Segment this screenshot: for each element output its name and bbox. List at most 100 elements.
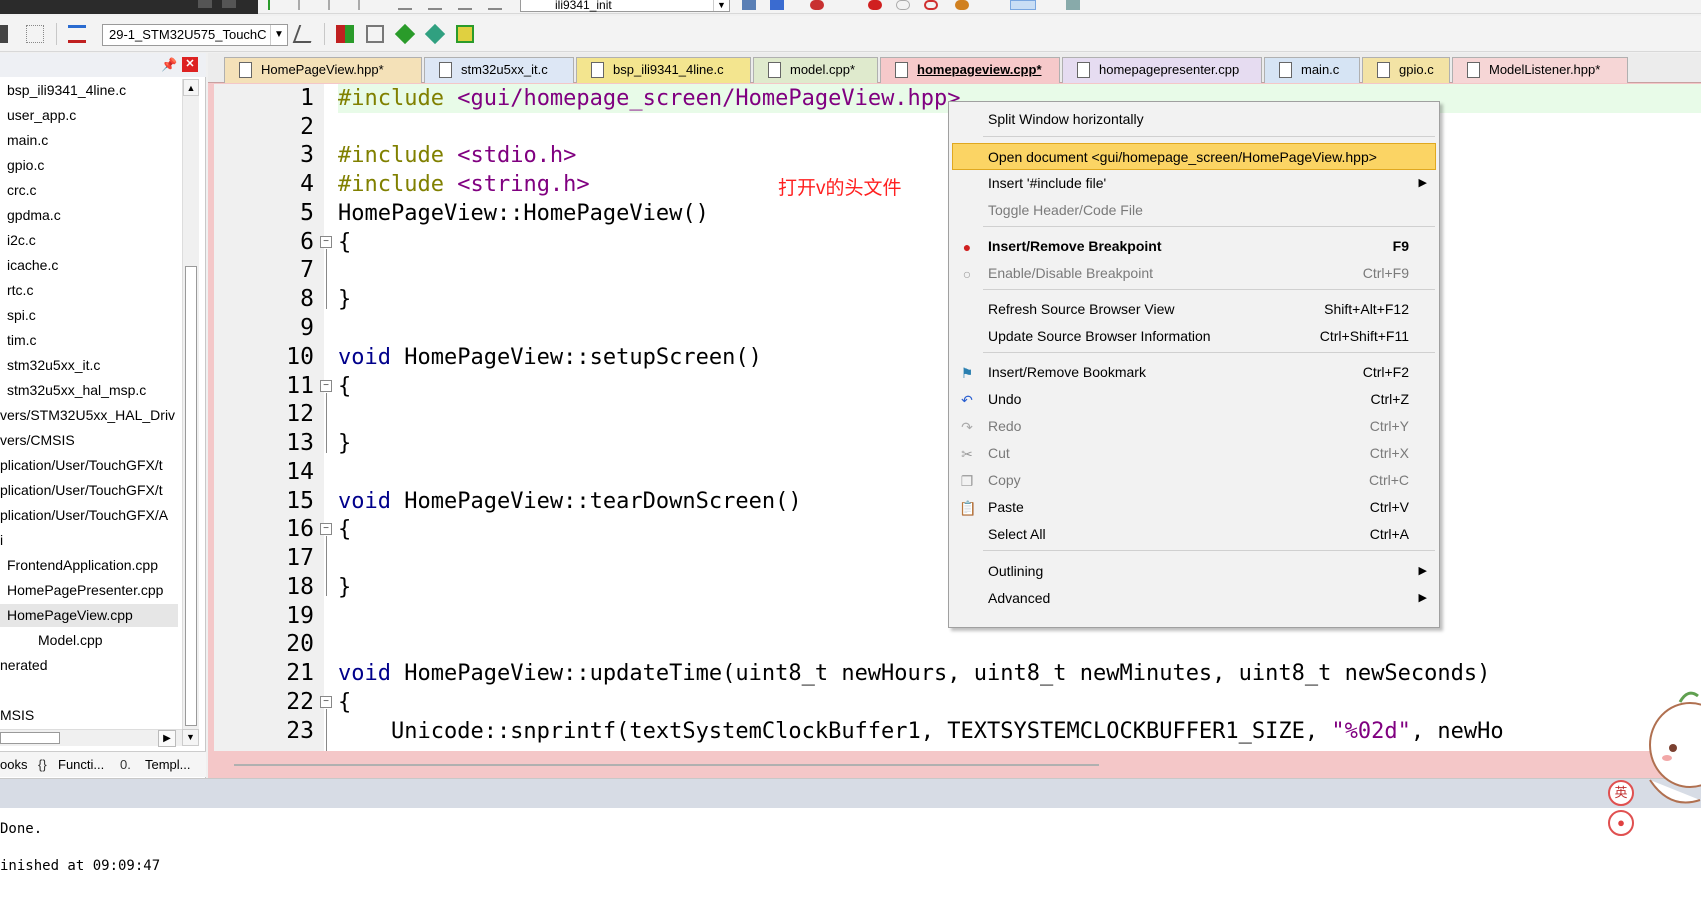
tree-item-selected[interactable]: HomePageView.cpp <box>0 604 178 627</box>
tree-item[interactable]: i2c.c <box>7 229 36 252</box>
tab-bsp-ili9341[interactable]: bsp_ili9341_4line.c <box>576 57 751 83</box>
format-icon[interactable] <box>398 0 412 10</box>
unindent-icon[interactable] <box>298 0 312 10</box>
target-options-icon[interactable] <box>292 25 318 43</box>
menu-enable-breakpoint[interactable]: ○ Enable/Disable Breakpoint Ctrl+F9 <box>949 260 1439 287</box>
toolbar-icon[interactable] <box>0 25 8 43</box>
tree-folder[interactable]: nerated <box>0 654 47 677</box>
fold-toggle[interactable]: − <box>320 523 332 535</box>
ime-language-icon[interactable]: 英 <box>1608 780 1634 806</box>
menu-open-document[interactable]: Open document <gui/homepage_screen/HomeP… <box>952 143 1436 170</box>
tab-templates[interactable]: Templ... <box>145 752 191 778</box>
comment-icon[interactable] <box>328 0 342 10</box>
menu-insert-breakpoint[interactable]: ● Insert/Remove Breakpoint F9 <box>949 233 1439 260</box>
menu-select-all[interactable]: Select All Ctrl+A <box>949 521 1439 548</box>
fold-toggle[interactable]: − <box>320 380 332 392</box>
tree-folder[interactable]: plication/User/TouchGFX/t <box>0 479 163 502</box>
menu-outlining[interactable]: Outlining ▶ <box>949 558 1439 585</box>
format-icon[interactable] <box>488 0 502 10</box>
indent-icon[interactable] <box>268 0 282 10</box>
format-icon[interactable] <box>458 0 472 10</box>
tree-item[interactable]: stm32u5xx_hal_msp.c <box>7 379 146 402</box>
tree-item[interactable]: FrontendApplication.cpp <box>7 554 158 577</box>
tree-item[interactable]: Model.cpp <box>38 629 103 652</box>
manage-components-icon[interactable] <box>336 25 354 43</box>
editor-hscroll-track[interactable] <box>234 764 1099 766</box>
menu-refresh-browser[interactable]: Refresh Source Browser View Shift+Alt+F12 <box>949 296 1439 323</box>
tab-homepagepresenter[interactable]: homepagepresenter.cpp <box>1062 57 1262 83</box>
tab-functions[interactable]: Functi... <box>58 752 104 778</box>
tab-main-c[interactable]: main.c <box>1264 57 1360 83</box>
browse-icon[interactable] <box>742 0 756 10</box>
tab-stm32u5xx-it[interactable]: stm32u5xx_it.c <box>424 57 574 83</box>
menu-bookmark[interactable]: ⚑ Insert/Remove Bookmark Ctrl+F2 <box>949 359 1439 386</box>
tab-homepageview-hpp[interactable]: HomePageView.hpp* <box>224 57 422 83</box>
menu-cut[interactable]: ✂ Cut Ctrl+X <box>949 440 1439 467</box>
menu-insert-include[interactable]: Insert '#include file' ▶ <box>949 170 1439 197</box>
tree-item[interactable]: crc.c <box>7 179 37 202</box>
menu-paste[interactable]: 📋 Paste Ctrl+V <box>949 494 1439 521</box>
runtime-env-icon[interactable] <box>456 25 474 43</box>
tree-item[interactable]: stm32u5xx_it.c <box>7 354 100 377</box>
chevron-down-icon[interactable]: ▼ <box>270 25 287 45</box>
menu-redo[interactable]: ↷ Redo Ctrl+Y <box>949 413 1439 440</box>
fold-toggle[interactable]: − <box>320 696 332 708</box>
translate-icon[interactable] <box>26 25 44 43</box>
uncomment-icon[interactable] <box>358 0 372 10</box>
tree-item[interactable]: gpio.c <box>7 154 44 177</box>
format-icon[interactable] <box>428 0 442 10</box>
window-layout-icon[interactable] <box>1010 0 1036 10</box>
close-icon[interactable]: ✕ <box>182 57 198 72</box>
pin-icon[interactable]: 📌 <box>161 57 177 73</box>
tab-gpio-c[interactable]: gpio.c <box>1362 57 1450 83</box>
tab-homepageview-cpp[interactable]: homepageview.cpp* <box>880 57 1060 83</box>
tree-item[interactable]: spi.c <box>7 304 36 327</box>
menu-advanced[interactable]: Advanced ▶ <box>949 585 1439 612</box>
select-packs-icon[interactable] <box>394 23 416 45</box>
tab-modellistener[interactable]: ModelListener.hpp* <box>1452 57 1628 83</box>
toolbar-icon[interactable] <box>198 0 212 8</box>
tree-folder[interactable]: i <box>0 529 3 552</box>
scroll-right-icon[interactable]: ▶ <box>158 730 176 747</box>
menu-split-window[interactable]: Split Window horizontally <box>949 106 1439 133</box>
pack-installer-icon[interactable] <box>424 23 446 45</box>
load-icon[interactable] <box>68 25 86 43</box>
tree-item[interactable]: user_app.c <box>7 104 76 127</box>
breakpoint-disabled-icon[interactable] <box>896 0 910 10</box>
scroll-thumb[interactable] <box>0 732 60 744</box>
scroll-thumb[interactable] <box>185 266 197 726</box>
chevron-down-icon[interactable]: ▼ <box>713 0 729 11</box>
tree-folder[interactable]: plication/User/TouchGFX/A <box>0 504 168 527</box>
target-combo[interactable]: 29-1_STM32U575_TouchC ▼ <box>102 24 288 46</box>
tree-item[interactable]: bsp_ili9341_4line.c <box>7 79 126 102</box>
tree-folder[interactable]: vers/CMSIS <box>0 429 75 452</box>
tab-books[interactable]: ooks <box>0 752 27 778</box>
browse-icon[interactable] <box>770 0 784 10</box>
menu-toggle-header[interactable]: Toggle Header/Code File <box>949 197 1439 224</box>
menu-update-browser[interactable]: Update Source Browser Information Ctrl+Sh… <box>949 323 1439 350</box>
tree-item[interactable]: main.c <box>7 129 48 152</box>
menu-undo[interactable]: ↶ Undo Ctrl+Z <box>949 386 1439 413</box>
toolbar-icon[interactable] <box>222 0 236 8</box>
project-vscroll[interactable]: ▲ <box>182 79 199 729</box>
tab-model-cpp[interactable]: model.cpp* <box>753 57 878 83</box>
tree-item[interactable]: HomePagePresenter.cpp <box>7 579 163 602</box>
scroll-down-icon[interactable]: ▼ <box>182 729 199 746</box>
tree-item[interactable]: gpdma.c <box>7 204 61 227</box>
tree-folder[interactable]: plication/User/TouchGFX/t <box>0 454 163 477</box>
scroll-up-icon[interactable]: ▲ <box>183 79 199 96</box>
menu-copy[interactable]: ❐ Copy Ctrl+C <box>949 467 1439 494</box>
debug-icon[interactable] <box>810 0 824 10</box>
tree-folder[interactable]: MSIS <box>0 704 34 727</box>
tree-folder[interactable]: vers/STM32U5xx_HAL_Driv <box>0 404 175 427</box>
project-hscroll[interactable]: ▶ <box>0 729 182 747</box>
fold-toggle[interactable]: − <box>320 236 332 248</box>
tree-item[interactable]: icache.c <box>7 254 58 277</box>
ime-mascot-icon[interactable]: ● <box>1608 810 1634 836</box>
breakpoint-all-icon[interactable] <box>955 0 969 10</box>
tools-icon[interactable] <box>1066 0 1080 10</box>
tree-item[interactable]: tim.c <box>7 329 37 352</box>
breakpoint-kill-icon[interactable] <box>924 0 938 10</box>
function-combo[interactable]: ili9341_init ▼ <box>520 0 730 12</box>
manage-project-icon[interactable] <box>366 25 384 43</box>
